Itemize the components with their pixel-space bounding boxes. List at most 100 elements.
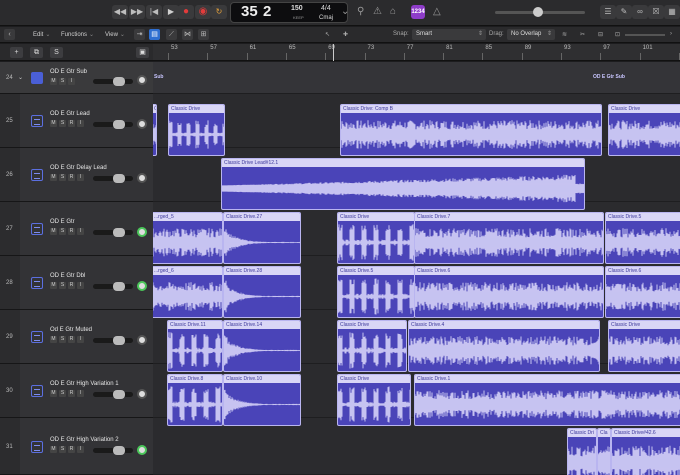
input-monitor-button[interactable]: I bbox=[77, 390, 84, 397]
rewind-button[interactable]: ◀◀ bbox=[112, 5, 128, 19]
loops-button[interactable]: ∞ bbox=[632, 5, 648, 19]
track-volume-slider[interactable] bbox=[93, 174, 133, 183]
audio-region[interactable]: Cla bbox=[597, 428, 611, 475]
volume-knob[interactable] bbox=[113, 282, 125, 291]
zoom-slider[interactable] bbox=[625, 34, 665, 36]
input-monitor-button[interactable]: I bbox=[77, 282, 84, 289]
input-monitor-button[interactable]: I bbox=[77, 228, 84, 235]
pan-knob[interactable] bbox=[137, 119, 147, 129]
metronome-icon[interactable]: ⌂ bbox=[390, 6, 396, 17]
audio-region[interactable]: ...rged_5 bbox=[153, 212, 223, 264]
audio-region[interactable]: Classic Drive.4 bbox=[408, 320, 600, 372]
vertical-zoom-icon[interactable]: ⊟ bbox=[598, 31, 603, 38]
audio-region[interactable]: Classic Drive.1 bbox=[414, 374, 680, 426]
mute-button[interactable]: M bbox=[50, 445, 57, 453]
drag-select[interactable]: No Overlap ⇕ bbox=[507, 29, 555, 40]
automation-button[interactable]: ⟋ bbox=[166, 29, 177, 40]
audio-region[interactable]: Classic Drive bbox=[608, 320, 680, 372]
audio-region[interactable]: ...rged_6 bbox=[153, 266, 223, 318]
solo-button[interactable]: S bbox=[59, 228, 66, 235]
cycle-button[interactable]: ↻ bbox=[211, 5, 227, 19]
volume-knob[interactable] bbox=[113, 77, 125, 86]
track-name[interactable]: Od E Gtr Muted bbox=[50, 327, 92, 333]
volume-knob[interactable] bbox=[113, 120, 125, 129]
audio-region[interactable]: Classic Drive.7 bbox=[414, 212, 604, 264]
pointer-tool-icon[interactable]: ↖ bbox=[325, 31, 330, 38]
audio-region[interactable]: Classic Drive#42.6 bbox=[611, 428, 680, 475]
mute-button[interactable]: M bbox=[50, 228, 57, 235]
input-monitor-button[interactable]: I bbox=[77, 120, 84, 127]
audio-region[interactable]: Classic Drive.6 bbox=[414, 266, 604, 318]
mute-button[interactable]: M bbox=[50, 120, 57, 127]
track-header-settings-button[interactable]: ▣ bbox=[136, 47, 149, 58]
pan-knob[interactable] bbox=[137, 444, 147, 455]
play-button[interactable]: ▶ bbox=[163, 5, 179, 19]
pan-knob[interactable] bbox=[137, 173, 147, 183]
track-volume-slider[interactable] bbox=[93, 445, 133, 455]
scissors-icon[interactable]: ✂ bbox=[580, 31, 585, 38]
volume-knob[interactable] bbox=[113, 174, 125, 183]
lcd-display[interactable]: 35 2 150 KEEP 4/4 Cmaj bbox=[230, 2, 348, 23]
track-volume-slider[interactable] bbox=[93, 228, 133, 237]
track-volume-slider[interactable] bbox=[93, 390, 133, 399]
master-volume-knob[interactable] bbox=[533, 7, 543, 17]
catch-playhead-button[interactable]: ⇥ bbox=[134, 29, 145, 40]
audio-region[interactable]: Classic Drive bbox=[168, 104, 225, 156]
functions-menu[interactable]: Functions ⌄ bbox=[61, 31, 94, 38]
solo-button[interactable]: S bbox=[59, 445, 66, 453]
notes-button[interactable]: ✎ bbox=[616, 5, 632, 19]
pan-knob[interactable] bbox=[137, 281, 147, 291]
record-enable-button[interactable]: R bbox=[68, 282, 75, 289]
volume-knob[interactable] bbox=[113, 445, 125, 455]
disclosure-triangle-icon[interactable]: ⌄ bbox=[18, 74, 23, 81]
solo-button[interactable]: S bbox=[59, 336, 66, 343]
track-header[interactable]: 30 OD E Gtr High Variation 1 MSRI bbox=[0, 364, 153, 418]
mute-button[interactable]: M bbox=[50, 174, 57, 181]
track-volume-slider[interactable] bbox=[93, 336, 133, 345]
lcd-time-signature[interactable]: 4/4 bbox=[321, 5, 331, 12]
audio-region[interactable]: Classic Drive bbox=[337, 320, 407, 372]
volume-knob[interactable] bbox=[113, 228, 125, 237]
track-header[interactable]: 26 OD E Gtr Delay Lead M S R I bbox=[0, 148, 153, 202]
pan-knob[interactable] bbox=[137, 75, 147, 85]
record-enable-button[interactable]: R bbox=[68, 390, 75, 397]
record-enable-button[interactable]: R bbox=[68, 120, 75, 127]
audio-region[interactable]: Classic Drive bbox=[608, 104, 680, 156]
record-button[interactable]: ● bbox=[178, 5, 194, 19]
lcd-key[interactable]: Cmaj bbox=[319, 15, 333, 21]
fast-forward-button[interactable]: ▶▶ bbox=[129, 5, 145, 19]
chevron-right-icon[interactable]: › bbox=[670, 31, 672, 37]
input-monitor-button[interactable]: I bbox=[77, 336, 84, 343]
waveform-zoom-icon[interactable]: ≋ bbox=[562, 31, 567, 38]
audio-region[interactable]: Classic Drive.27 bbox=[223, 212, 301, 264]
track-header[interactable]: 28 OD E Gtr Dbl M S R I bbox=[0, 256, 153, 310]
tracks-area[interactable]: SubOD E Gtr SubClassic DriveClassic Driv… bbox=[153, 62, 680, 475]
audio-region[interactable]: Classic Drive: Comp B bbox=[340, 104, 602, 156]
list-editors-button[interactable]: ☰ bbox=[600, 5, 616, 19]
tuner-icon[interactable]: ⚲ bbox=[357, 6, 364, 17]
volume-knob[interactable] bbox=[113, 336, 125, 345]
audio-region[interactable]: Classic Drive.5 bbox=[337, 266, 415, 318]
audio-region[interactable]: Classic Drive.10 bbox=[223, 374, 301, 426]
audio-region[interactable]: Classic Dri bbox=[567, 428, 597, 475]
master-volume-slider[interactable] bbox=[495, 7, 585, 17]
track-name[interactable]: OD E Gtr Delay Lead bbox=[50, 165, 107, 171]
metronome-click-icon[interactable]: △ bbox=[433, 6, 441, 17]
track-name[interactable]: OD E Gtr Sub bbox=[50, 69, 87, 75]
audio-region[interactable]: Classic Drive.11 bbox=[167, 320, 223, 372]
track-name[interactable]: OD E Gtr High Variation 1 bbox=[50, 381, 119, 387]
pan-knob[interactable] bbox=[137, 389, 147, 399]
audio-region[interactable]: Classic Drive bbox=[153, 104, 157, 156]
capture-record-button[interactable]: ◉ bbox=[195, 5, 211, 19]
audio-region[interactable]: Classic Drive bbox=[337, 374, 411, 426]
audio-region[interactable]: Classic Drive.6 bbox=[605, 266, 680, 318]
pan-knob[interactable] bbox=[137, 227, 147, 237]
track-header[interactable]: 29 Od E Gtr Muted M S R I bbox=[0, 310, 153, 364]
track-header[interactable]: 27 OD E Gtr M S R I bbox=[0, 202, 153, 256]
volume-knob[interactable] bbox=[113, 390, 125, 399]
track-header[interactable]: 24 ⌄ OD E Gtr Sub M S I bbox=[0, 62, 153, 94]
mute-button[interactable]: M bbox=[50, 390, 57, 397]
solo-button[interactable]: S bbox=[59, 174, 66, 181]
snap-select[interactable]: Smart ⇕ bbox=[412, 29, 486, 40]
edit-menu[interactable]: Edit ⌄ bbox=[33, 31, 50, 38]
